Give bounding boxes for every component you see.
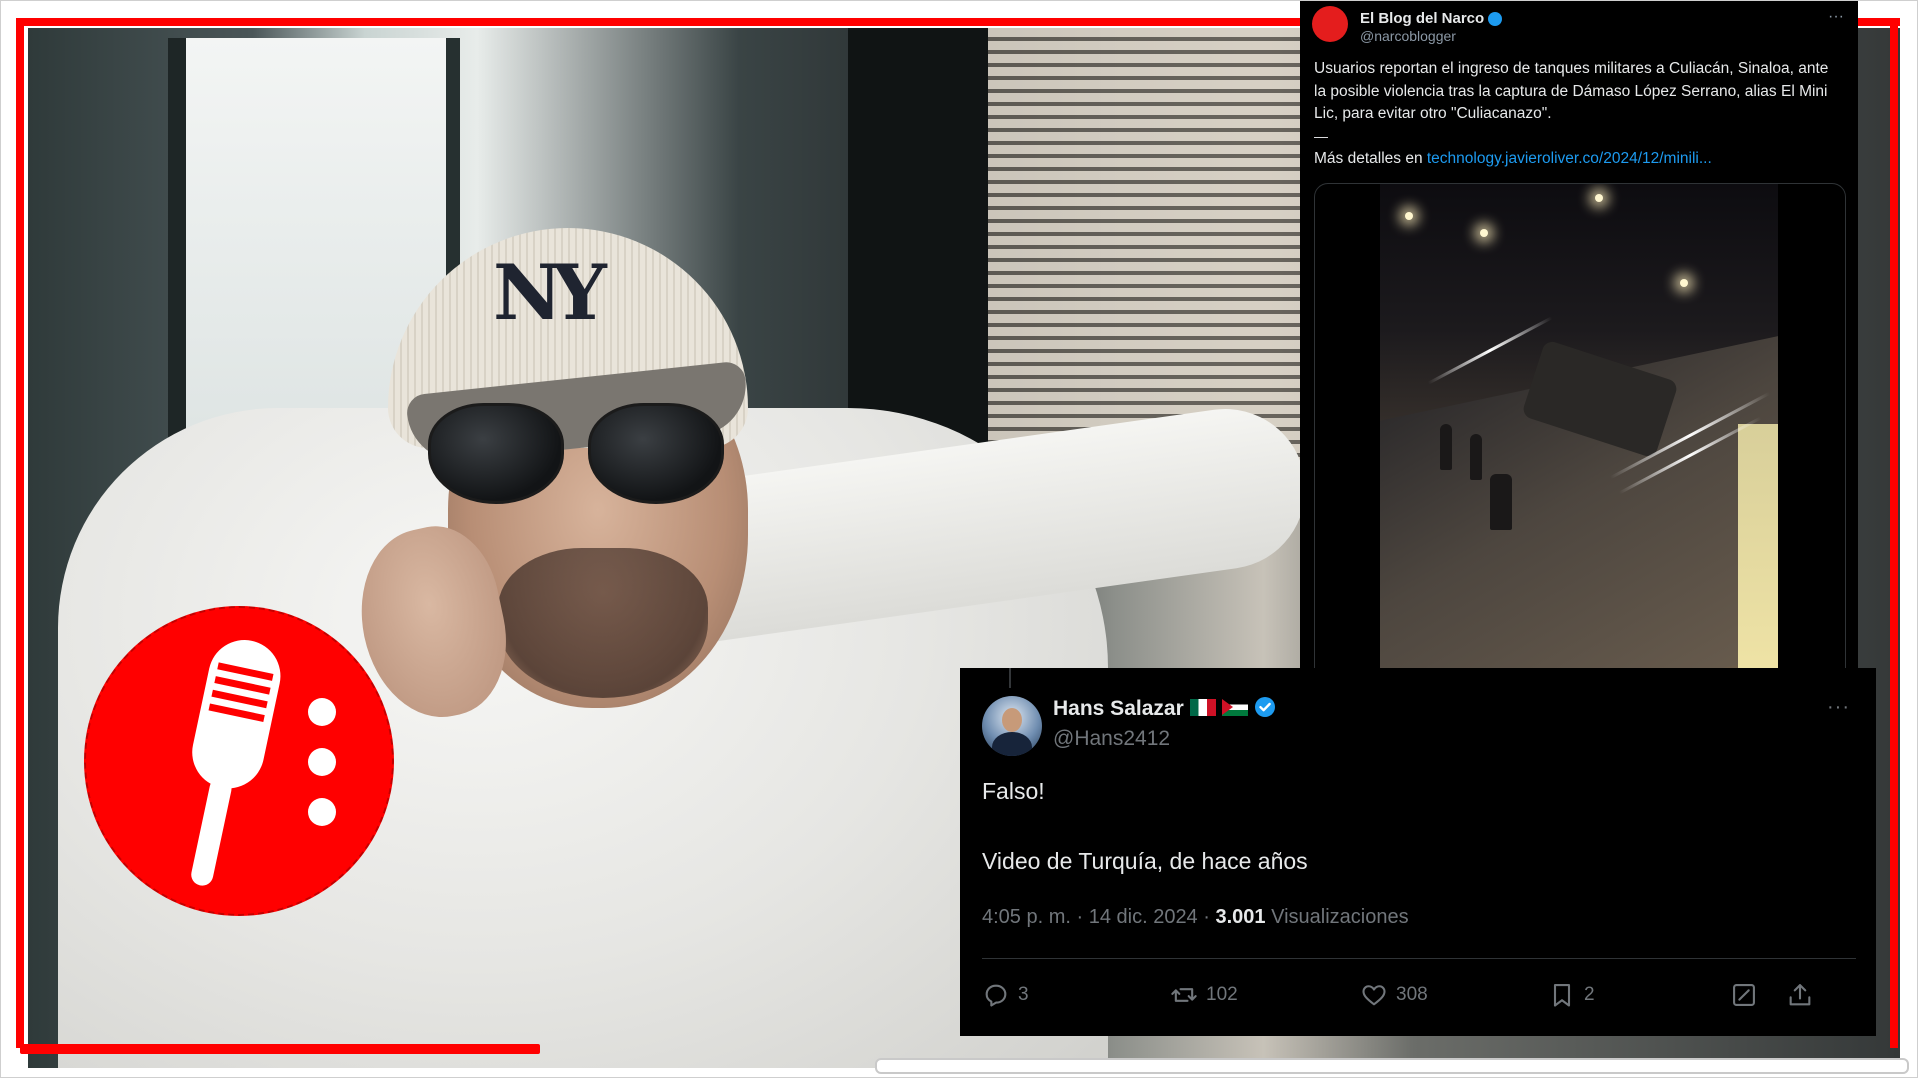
tweet-avatar[interactable]: [1312, 6, 1348, 42]
grok-button[interactable]: [1730, 980, 1766, 1010]
retweet-button[interactable]: 102: [1170, 980, 1238, 1010]
reply-icon: [985, 984, 1007, 1007]
photo-lens-left: [428, 403, 564, 504]
video-person: [1470, 434, 1482, 480]
reply-handle[interactable]: @Hans2412: [1053, 727, 1170, 751]
video-light: [1680, 279, 1688, 287]
views-count: 3.001: [1215, 906, 1266, 928]
horizontal-scrollbar[interactable]: [875, 1058, 1909, 1074]
tweet-handle[interactable]: @narcoblogger: [1360, 28, 1456, 44]
tweet-link[interactable]: technology.javieroliver.co/2024/12/minil…: [1427, 150, 1712, 167]
video-person: [1490, 474, 1512, 530]
video-light: [1405, 212, 1413, 220]
reply-tweet: Hans Salazar @Hans2412 ··· Falso! Video …: [960, 668, 1876, 1036]
video-light: [1595, 194, 1603, 202]
heart-icon: [1362, 985, 1386, 1006]
avatar-head: [1002, 708, 1022, 732]
tweet-author[interactable]: El Blog del Narco: [1360, 10, 1503, 27]
share-button[interactable]: [1786, 980, 1822, 1010]
share-icon: [1789, 984, 1811, 1006]
grok-icon: [1733, 984, 1755, 1006]
bookmark-icon: [1553, 984, 1571, 1007]
embedded-tweet: El Blog del Narco @narcoblogger ··· Usua…: [1300, 0, 1858, 668]
reply-button[interactable]: 3: [982, 980, 1029, 1010]
bookmark-button[interactable]: 2: [1548, 980, 1595, 1010]
more-options-icon[interactable]: ···: [1828, 8, 1844, 26]
reply-text-line-1: Falso!: [982, 778, 1045, 804]
retweet-count: 102: [1206, 984, 1238, 1005]
microphone-logo: [84, 606, 394, 916]
photo-beard: [498, 548, 708, 698]
palestine-flag-icon: [1221, 698, 1248, 716]
thread-line: [1009, 668, 1011, 688]
reply-author[interactable]: Hans Salazar: [1053, 697, 1276, 721]
more-options-icon[interactable]: ···: [1827, 696, 1850, 719]
video-person: [1440, 424, 1452, 470]
reply-author-name[interactable]: Hans Salazar: [1053, 697, 1184, 720]
reply-text-line-2: Video de Turquía, de hace años: [982, 848, 1308, 874]
verified-icon: [1254, 697, 1275, 718]
reply-meta: 4:05 p. m. · 14 dic. 2024 · 3.001 Visual…: [982, 906, 1409, 929]
views-label: Visualizaciones: [1265, 906, 1409, 928]
like-button[interactable]: 308: [1360, 980, 1428, 1010]
tweet-author-name[interactable]: El Blog del Narco: [1360, 10, 1484, 27]
tweet-details: Más detalles en technology.javieroliver.…: [1314, 150, 1712, 168]
reply-timestamp[interactable]: 4:05 p. m. · 14 dic. 2024 ·: [982, 906, 1215, 928]
tweet-text: Usuarios reportan el ingreso de tanques …: [1314, 60, 1829, 122]
red-frame-bottom: [20, 1044, 540, 1054]
tweet-dash: —: [1314, 128, 1328, 144]
avatar-body: [992, 732, 1032, 756]
tweet-video-frame[interactable]: [1380, 184, 1778, 668]
red-frame-right: [1890, 18, 1898, 1048]
verified-icon: [1488, 12, 1503, 27]
video-curb: [1738, 424, 1778, 668]
video-light: [1480, 229, 1488, 237]
reply-count: 3: [1018, 984, 1029, 1005]
retweet-icon: [1171, 988, 1197, 1002]
photo-cap-logo: NY: [493, 248, 607, 337]
tweet-details-prefix: Más detalles en: [1314, 150, 1427, 167]
tweet-media[interactable]: [1314, 183, 1846, 668]
screenshot-stage: NY El Blog del Narco @narcoblogger ··· U…: [0, 0, 1920, 1080]
photo-lens-right: [588, 403, 724, 504]
mexico-flag-icon: [1189, 698, 1216, 716]
bookmark-count: 2: [1584, 984, 1595, 1005]
avatar[interactable]: [982, 696, 1042, 756]
red-frame-left: [16, 18, 24, 1048]
microphone-icon: [191, 640, 336, 886]
like-count: 308: [1396, 984, 1428, 1005]
divider: [982, 958, 1856, 959]
